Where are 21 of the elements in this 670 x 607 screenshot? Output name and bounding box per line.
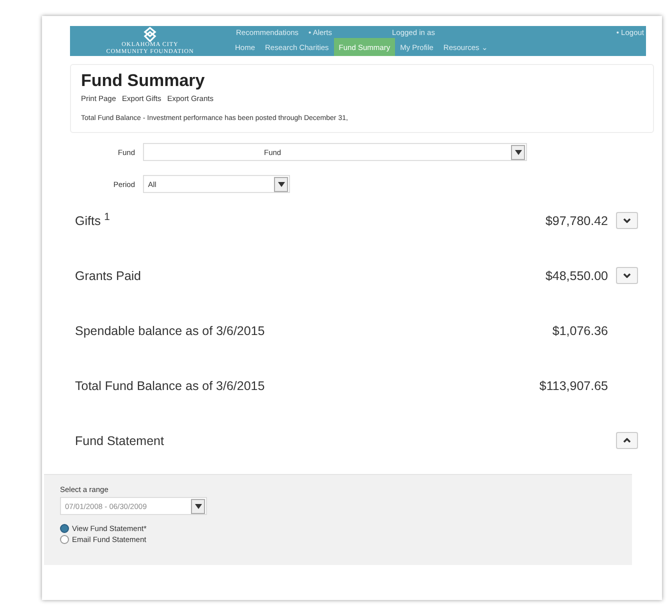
radio-button[interactable] xyxy=(60,535,69,544)
summary-label: Spendable balance as of 3/6/2015 xyxy=(75,324,266,338)
summary-label: Grants Paid xyxy=(75,268,142,282)
toggle-button[interactable] xyxy=(616,212,638,229)
chevron-icon xyxy=(623,273,631,278)
toggle-button[interactable] xyxy=(616,432,638,449)
dropdown-arrow-icon xyxy=(194,504,202,508)
radio-button[interactable] xyxy=(60,524,69,533)
summary-label: Total Fund Balance as of 3/6/2015 xyxy=(75,378,266,392)
dropdown-arrow-icon xyxy=(278,182,284,186)
amount-text: $113,907.65 xyxy=(539,378,608,392)
amount-text: $48,550.00 xyxy=(545,268,608,282)
amount-text: $1,076.36 xyxy=(552,324,608,338)
chevron-icon xyxy=(623,218,631,223)
toggle-button[interactable] xyxy=(616,267,638,284)
dropdown-arrow-icon xyxy=(514,150,522,154)
summary-label: Fund Statement xyxy=(75,434,165,448)
amount-text: $97,780.42 xyxy=(545,214,608,228)
page-title: Fund Summary xyxy=(81,71,206,91)
summary-label: Gifts $^{1}$ xyxy=(75,212,111,229)
chevron-icon xyxy=(623,438,631,443)
